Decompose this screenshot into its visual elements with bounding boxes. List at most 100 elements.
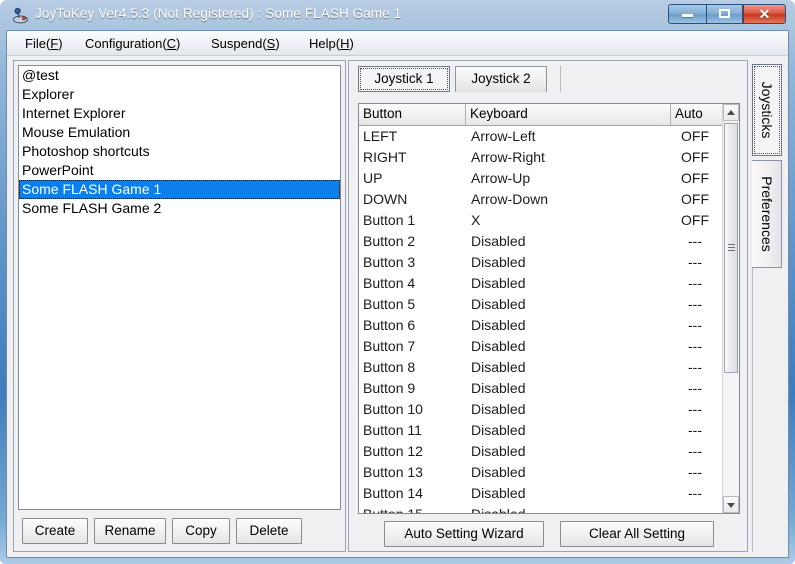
column-header-auto[interactable]: Auto	[671, 104, 723, 125]
table-row[interactable]: Button 13 Disabled ---	[359, 462, 723, 483]
cell-keyboard: Disabled	[471, 380, 526, 396]
cell-auto: ---	[688, 401, 702, 417]
table-row[interactable]: Button 2 Disabled ---	[359, 231, 723, 252]
list-item[interactable]: Explorer	[19, 85, 340, 104]
cell-auto: ---	[688, 338, 702, 354]
maximize-icon	[718, 9, 730, 18]
auto-setting-wizard-button[interactable]: Auto Setting Wizard	[384, 521, 544, 547]
cell-button: Button 15	[363, 504, 423, 513]
maximize-button[interactable]	[706, 4, 743, 24]
cell-keyboard: Disabled	[471, 485, 526, 501]
cell-auto: ---	[688, 464, 702, 480]
clear-all-setting-button[interactable]: Clear All Setting	[560, 521, 714, 547]
list-item[interactable]: Mouse Emulation	[19, 123, 340, 142]
table-row[interactable]: Button 4 Disabled ---	[359, 273, 723, 294]
close-icon: ✕	[758, 6, 771, 22]
list-item-selected[interactable]: Some FLASH Game 1	[19, 180, 340, 199]
scroll-thumb-grip-icon	[728, 244, 735, 251]
table-body[interactable]: LEFT Arrow-Left OFF RIGHT Arrow-Right OFF UP…	[359, 126, 723, 513]
table-row[interactable]: Button 12 Disabled ---	[359, 441, 723, 462]
cell-button: Button 4	[363, 275, 416, 291]
cell-auto: OFF	[681, 170, 709, 186]
cell-auto: ---	[688, 233, 702, 249]
cell-keyboard: Disabled	[471, 464, 526, 480]
minimize-button[interactable]	[668, 4, 706, 24]
cell-button: UP	[363, 170, 383, 186]
list-item[interactable]: @test	[19, 66, 340, 85]
rename-button[interactable]: Rename	[94, 518, 166, 544]
table-row[interactable]: RIGHT Arrow-Right OFF	[359, 147, 723, 168]
tab-joysticks[interactable]: Joysticks	[752, 64, 782, 156]
cell-button: Button 7	[363, 338, 416, 354]
cell-button: Button 10	[363, 401, 423, 417]
table-row[interactable]: LEFT Arrow-Left OFF	[359, 126, 723, 147]
create-button[interactable]: Create	[22, 518, 88, 544]
window-title: JoyToKey Ver4.5.3 (Not Registered) : Som…	[35, 6, 402, 21]
minimize-icon	[681, 14, 693, 17]
list-item[interactable]: Photoshop shortcuts	[19, 142, 340, 161]
table-row[interactable]: Button 10 Disabled ---	[359, 399, 723, 420]
table-header-row: Button Keyboard Auto	[359, 104, 739, 126]
menu-item-file[interactable]: File(F)	[21, 35, 67, 52]
table-row[interactable]: Button 15 Disabled ---	[359, 504, 723, 513]
table-row[interactable]: Button 14 Disabled ---	[359, 483, 723, 504]
joystick-icon	[13, 7, 28, 24]
menu-item-suspend[interactable]: Suspend(S)	[207, 35, 284, 52]
cell-button: Button 8	[363, 359, 416, 375]
menu-item-configuration[interactable]: Configuration(C)	[81, 35, 184, 52]
delete-button[interactable]: Delete	[236, 518, 302, 544]
cell-keyboard: Disabled	[471, 254, 526, 270]
column-header-button[interactable]: Button	[359, 104, 466, 125]
side-tabstrip: Joysticks Preferences	[750, 60, 786, 552]
table-row[interactable]: UP Arrow-Up OFF	[359, 168, 723, 189]
scrollbar-thumb[interactable]	[724, 123, 738, 373]
cell-auto: ---	[671, 504, 719, 513]
column-header-keyboard[interactable]: Keyboard	[466, 104, 671, 125]
cell-button: Button 11	[363, 422, 422, 438]
triangle-down-icon	[727, 502, 735, 508]
scroll-up-arrow-icon[interactable]	[723, 104, 739, 121]
cell-keyboard: Disabled	[471, 338, 526, 354]
tab-preferences-label: Preferences	[758, 176, 775, 252]
tab-joystick-1[interactable]: Joystick 1	[358, 66, 450, 92]
cell-keyboard: Arrow-Left	[471, 128, 536, 144]
tab-joystick-2[interactable]: Joystick 2	[455, 66, 547, 92]
cell-button: Button 12	[363, 443, 423, 459]
table-row[interactable]: Button 11 Disabled ---	[359, 420, 723, 441]
cell-auto: OFF	[681, 128, 709, 144]
cell-auto: OFF	[681, 149, 709, 165]
scroll-down-arrow-icon[interactable]	[723, 496, 739, 513]
table-row[interactable]: Button 1 X OFF	[359, 210, 723, 231]
table-row[interactable]: DOWN Arrow-Down OFF	[359, 189, 723, 210]
cell-auto: ---	[688, 296, 702, 312]
joystick-panel: Joystick 1 Joystick 2 Button Keyboard Au…	[348, 60, 748, 552]
cell-auto: OFF	[681, 212, 709, 228]
table-scrollbar[interactable]	[722, 104, 739, 513]
table-row[interactable]: Button 3 Disabled ---	[359, 252, 723, 273]
copy-button[interactable]: Copy	[172, 518, 230, 544]
cell-button: Button 14	[363, 485, 423, 501]
table-row[interactable]: Button 8 Disabled ---	[359, 357, 723, 378]
tabstrip-filler	[547, 66, 561, 92]
cell-keyboard: Disabled	[471, 359, 526, 375]
cell-keyboard: X	[471, 212, 481, 228]
joystick-actions: Auto Setting Wizard Clear All Setting	[358, 519, 740, 549]
table-row[interactable]: Button 7 Disabled ---	[359, 336, 723, 357]
list-item[interactable]: PowerPoint	[19, 161, 340, 180]
table-row[interactable]: Button 6 Disabled ---	[359, 315, 723, 336]
list-item[interactable]: Some FLASH Game 2	[19, 199, 340, 218]
table-row[interactable]: Button 9 Disabled ---	[359, 378, 723, 399]
profile-panel: @test Explorer Internet Explorer Mouse E…	[13, 60, 346, 552]
title-bar[interactable]: JoyToKey Ver4.5.3 (Not Registered) : Som…	[0, 0, 795, 30]
cell-auto: ---	[688, 485, 702, 501]
cell-button: Button 3	[363, 254, 416, 270]
cell-auto: ---	[688, 359, 702, 375]
menu-item-help[interactable]: Help(H)	[305, 35, 358, 52]
tab-preferences[interactable]: Preferences	[752, 160, 782, 268]
application-window: JoyToKey Ver4.5.3 (Not Registered) : Som…	[0, 0, 795, 564]
menu-bar: File(F) Configuration(C) Suspend(S) Help…	[7, 31, 788, 56]
table-row[interactable]: Button 5 Disabled ---	[359, 294, 723, 315]
profile-list[interactable]: @test Explorer Internet Explorer Mouse E…	[18, 65, 341, 510]
close-button[interactable]: ✕	[743, 4, 786, 24]
list-item[interactable]: Internet Explorer	[19, 104, 340, 123]
